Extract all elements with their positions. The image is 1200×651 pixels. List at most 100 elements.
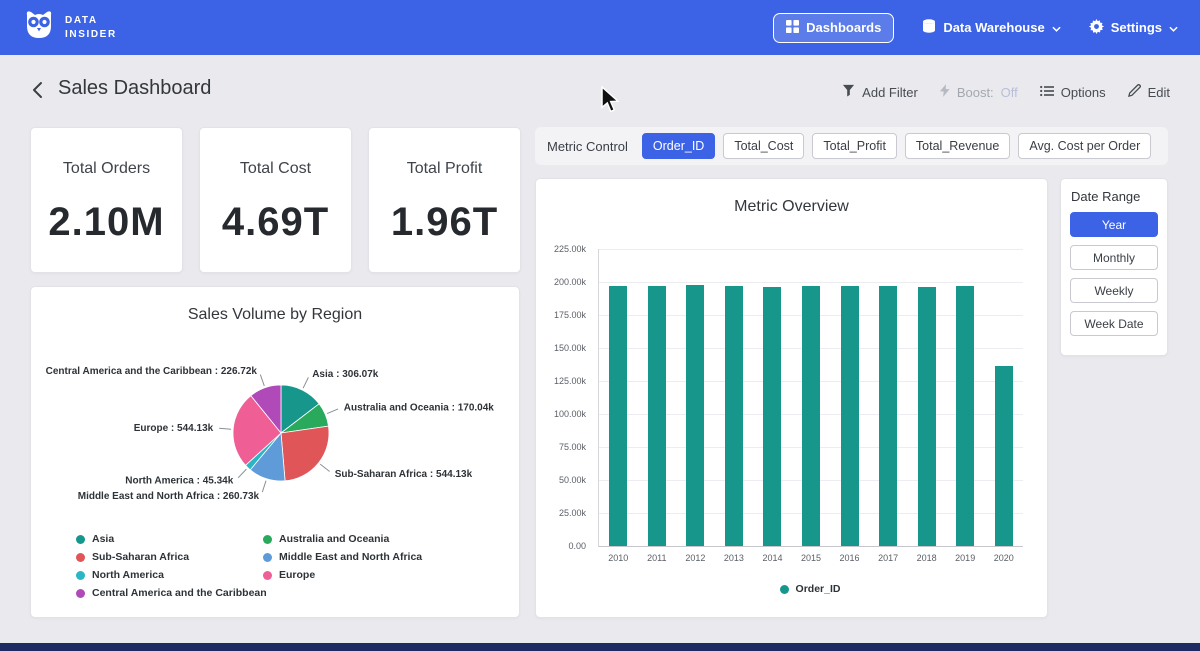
bar-yaxis: 0.0025.00k50.00k75.00k100.00k125.00k150.… [540, 249, 592, 546]
bar-column: 2011 [638, 249, 677, 546]
bar-2011[interactable] [648, 286, 666, 546]
pencil-icon [1128, 84, 1141, 100]
list-icon [1040, 85, 1054, 100]
bar-2017[interactable] [879, 286, 897, 546]
metric-button-total-cost[interactable]: Total_Cost [723, 133, 804, 159]
pie-chart-title: Sales Volume by Region [31, 306, 519, 324]
pie-legend-item-north-america[interactable]: North America [76, 569, 263, 581]
pie-label-line [320, 464, 329, 471]
kpi-label: Total Orders [63, 160, 150, 178]
y-tick-label: 150.00k [534, 343, 586, 353]
date-range-year[interactable]: Year [1070, 212, 1158, 237]
owl-logo-icon [22, 8, 56, 47]
x-tick-label: 2020 [994, 553, 1014, 563]
y-tick-label: 225.00k [534, 244, 586, 254]
legend-dot [76, 553, 85, 562]
kpi-card-total-profit: Total Profit1.96T [368, 127, 521, 273]
pie-label-australia-and-oceania: Australia and Oceania : 170.04k [344, 402, 495, 413]
header-actions: Add Filter Boost: Off Options Edit [842, 84, 1170, 100]
bar-chart-legend[interactable]: Order_ID [598, 583, 1022, 595]
kpi-label: Total Cost [240, 160, 311, 178]
bar-column: 2015 [792, 249, 831, 546]
date-range-weekly[interactable]: Weekly [1070, 278, 1158, 303]
x-tick-label: 2015 [801, 553, 821, 563]
options-label: Options [1061, 85, 1106, 100]
legend-dot [76, 589, 85, 598]
pie-legend-item-asia[interactable]: Asia [76, 533, 263, 545]
pie-legend-col: Asia Sub-Saharan Africa North America Centr… [76, 533, 263, 599]
pie-label-central-america-and-the-caribbean: Central America and the Caribbean : 226.… [46, 366, 258, 377]
bar-column: 2016 [830, 249, 869, 546]
pie-legend-item-middle-east-and-north-africa[interactable]: Middle East and North Africa [263, 551, 450, 563]
bar-2018[interactable] [918, 287, 936, 546]
add-filter-button[interactable]: Add Filter [842, 84, 918, 100]
boost-toggle[interactable]: Boost: Off [940, 84, 1018, 100]
brand[interactable]: DATA INSIDER [22, 8, 117, 47]
bar-2016[interactable] [841, 286, 859, 546]
bar-plot: 2010201120122013201420152016201720182019… [598, 249, 1023, 547]
bar-2014[interactable] [763, 287, 781, 546]
bar-legend-label: Order_ID [796, 583, 841, 595]
metric-button-avg-cost-per-order[interactable]: Avg. Cost per Order [1018, 133, 1151, 159]
data-warehouse-menu[interactable]: Data Warehouse [922, 19, 1060, 36]
pie-svg: Asia : 306.07k Australia and Oceania : 17… [31, 331, 521, 531]
legend-dot [263, 553, 272, 562]
back-button[interactable] [27, 81, 47, 101]
pie-legend-item-central-america-and-the-caribbean[interactable]: Central America and the Caribbean [76, 587, 263, 599]
kpi-card-total-orders: Total Orders 2.10M [30, 127, 183, 273]
bar-2010[interactable] [609, 286, 627, 546]
pie-legend-label: Asia [92, 533, 114, 545]
metric-button-order-id[interactable]: Order_ID [642, 133, 715, 159]
bar-2013[interactable] [725, 286, 743, 546]
kpi-row: Total Orders 2.10M Total Cost 4.69T Total Pr… [30, 127, 521, 273]
bar-column: 2013 [715, 249, 754, 546]
x-tick-label: 2013 [724, 553, 744, 563]
pie-slice-sub-saharan-africa[interactable] [281, 426, 329, 481]
kpi-card-total-cost: Total Cost 4.69T [199, 127, 352, 273]
bar-column: 2012 [676, 249, 715, 546]
pie-legend-item-europe[interactable]: Europe [263, 569, 450, 581]
edit-button[interactable]: Edit [1128, 84, 1170, 100]
bar-2019[interactable] [956, 286, 974, 546]
bar-2020[interactable] [995, 366, 1013, 546]
x-tick-label: 2014 [762, 553, 782, 563]
x-tick-label: 2010 [608, 553, 628, 563]
dashboards-label: Dashboards [806, 20, 881, 35]
dashboards-button[interactable]: Dashboards [773, 13, 894, 43]
pie-label-line [327, 409, 338, 414]
date-range-week-date[interactable]: Week Date [1070, 311, 1158, 336]
bar-column: 2014 [753, 249, 792, 546]
y-tick-label: 175.00k [534, 310, 586, 320]
pie-legend-item-sub-saharan-africa[interactable]: Sub-Saharan Africa [76, 551, 263, 563]
chevron-down-icon [1052, 20, 1061, 35]
bar-column: 2019 [946, 249, 985, 546]
metric-button-total-revenue[interactable]: Total_Revenue [905, 133, 1010, 159]
x-tick-label: 2017 [878, 553, 898, 563]
bar-column: 2020 [984, 249, 1023, 546]
kpi-value: 2.10M [48, 200, 164, 245]
options-button[interactable]: Options [1040, 85, 1106, 100]
bar-column: 2017 [869, 249, 908, 546]
add-filter-label: Add Filter [862, 85, 918, 100]
footer-bar [0, 643, 1200, 651]
kpi-value: 4.69T [222, 200, 329, 245]
data-warehouse-label: Data Warehouse [943, 20, 1044, 35]
bar-column: 2018 [907, 249, 946, 546]
date-range-card: Date Range YearMonthlyWeeklyWeek Date [1060, 178, 1168, 356]
date-range-monthly[interactable]: Monthly [1070, 245, 1158, 270]
boost-label: Boost: [957, 85, 994, 100]
legend-dot [263, 571, 272, 580]
pie-label-asia: Asia : 306.07k [312, 369, 379, 380]
brand-text: DATA INSIDER [65, 14, 117, 42]
bar-2012[interactable] [686, 285, 704, 546]
pie-legend-label: Central America and the Caribbean [92, 587, 267, 599]
settings-menu[interactable]: Settings [1089, 19, 1178, 37]
top-navbar: DATA INSIDER Dashboards Data Warehouse [0, 0, 1200, 55]
bar-2015[interactable] [802, 286, 820, 546]
y-tick-label: 100.00k [534, 409, 586, 419]
pie-legend-item-australia-and-oceania[interactable]: Australia and Oceania [263, 533, 450, 545]
legend-dot [76, 535, 85, 544]
metric-button-total-profit[interactable]: Total_Profit [812, 133, 897, 159]
pie-label-europe: Europe : 544.13k [134, 423, 214, 434]
pie-label-line [303, 377, 308, 388]
